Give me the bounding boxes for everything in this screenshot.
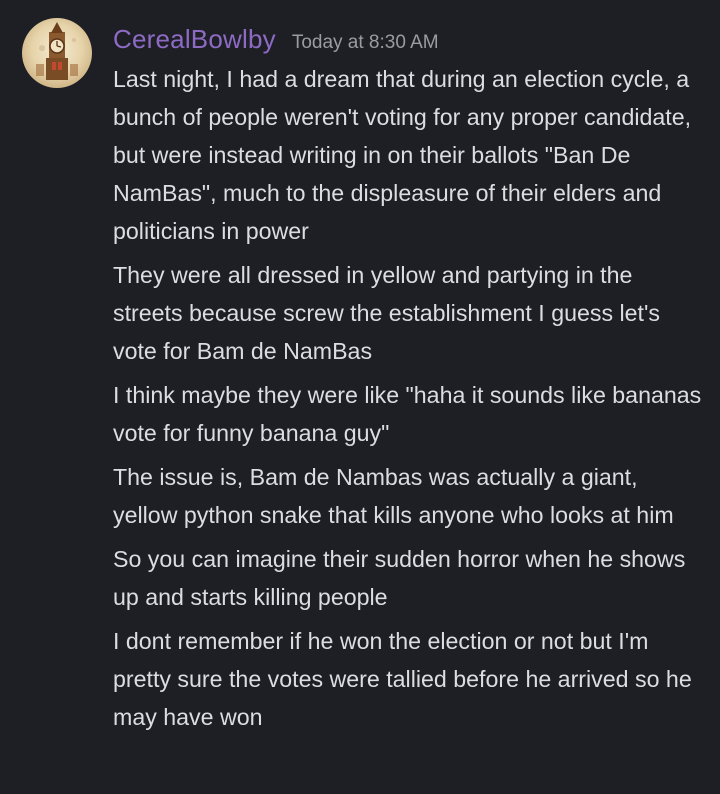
message-header: CerealBowlby Today at 8:30 AM [113, 24, 708, 58]
message-line: They were all dressed in yellow and part… [113, 262, 667, 364]
chat-message: CerealBowlby Today at 8:30 AM Last night… [0, 0, 720, 794]
message-line: Last night, I had a dream that during an… [113, 66, 698, 244]
message-line: I dont remember if he won the election o… [113, 628, 699, 730]
message-content: CerealBowlby Today at 8:30 AM Last night… [113, 24, 708, 736]
message-line: So you can imagine their sudden horror w… [113, 546, 692, 610]
message-timestamp[interactable]: Today at 8:30 AM [292, 32, 439, 54]
author-username[interactable]: CerealBowlby [113, 24, 276, 55]
avatar-clock-tower-icon[interactable] [22, 18, 92, 88]
message-line: The issue is, Bam de Nambas was actually… [113, 464, 674, 528]
avatar-image [22, 18, 92, 88]
message-line: I think maybe they were like "haha it so… [113, 382, 708, 446]
